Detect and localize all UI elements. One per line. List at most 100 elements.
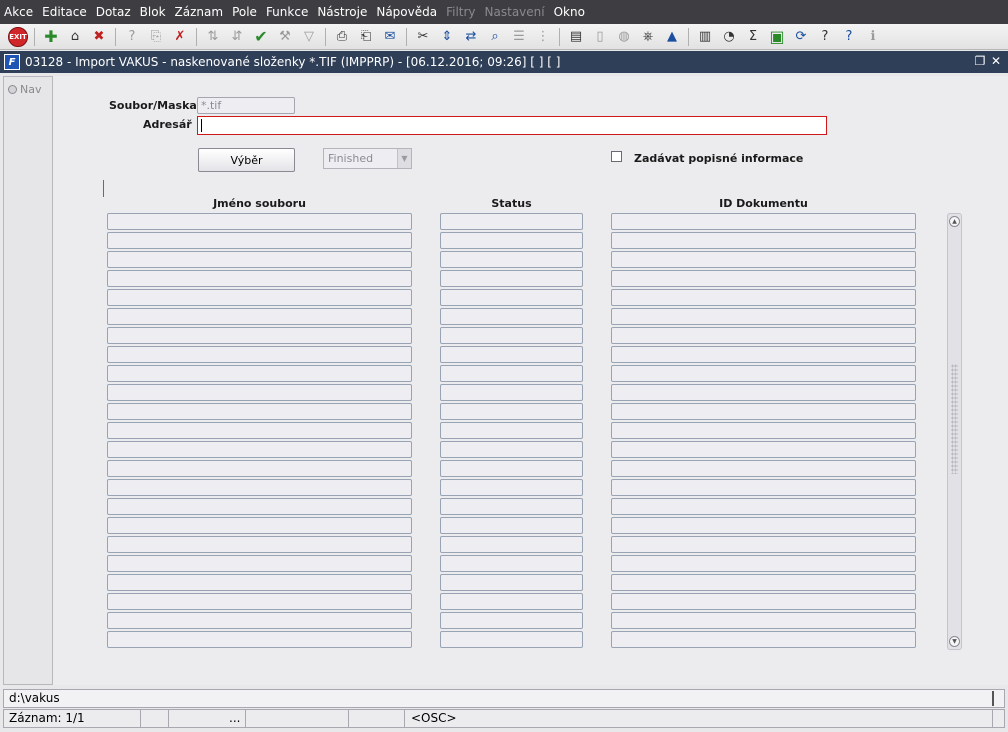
document-id-cell[interactable] [611, 631, 916, 648]
info-icon[interactable]: ℹ [863, 27, 883, 47]
mask-field[interactable]: *.tif [197, 97, 295, 114]
address-field[interactable] [197, 116, 827, 135]
menu-item-pole[interactable]: Pole [232, 5, 257, 19]
status-cell[interactable] [440, 536, 583, 553]
help-icon[interactable]: ? [839, 27, 859, 47]
document-id-cell[interactable] [611, 346, 916, 363]
chevron-down-icon[interactable]: ▼ [397, 149, 411, 168]
status-cell[interactable] [440, 498, 583, 515]
document-id-cell[interactable] [611, 498, 916, 515]
zoom-icon[interactable]: ⌕ [485, 27, 505, 47]
select-button[interactable]: Výběr [198, 148, 295, 172]
query-execute-icon[interactable]: ⎘ [146, 27, 166, 47]
email-icon[interactable]: ✉ [380, 27, 400, 47]
status-cell[interactable] [440, 479, 583, 496]
filename-cell[interactable] [107, 422, 412, 439]
filename-cell[interactable] [107, 384, 412, 401]
delete-record-icon[interactable]: ✖ [89, 27, 109, 47]
status-dropdown[interactable]: Finished ▼ [323, 148, 412, 169]
wrench-icon[interactable]: ⚒ [275, 27, 295, 47]
checkmark-icon[interactable]: ✔ [251, 27, 271, 47]
document-id-cell[interactable] [611, 365, 916, 382]
status-cell[interactable] [440, 270, 583, 287]
filename-cell[interactable] [107, 555, 412, 572]
vertical-scrollbar[interactable]: ▲ ▼ [947, 213, 962, 650]
menu-item-editace[interactable]: Editace [42, 5, 87, 19]
menu-item-dotaz[interactable]: Dotaz [96, 5, 131, 19]
filename-cell[interactable] [107, 270, 412, 287]
menu-item-zaznam[interactable]: Záznam [175, 5, 224, 19]
filename-cell[interactable] [107, 346, 412, 363]
document-id-cell[interactable] [611, 232, 916, 249]
document-id-cell[interactable] [611, 308, 916, 325]
filename-cell[interactable] [107, 213, 412, 230]
scroll-grip[interactable] [951, 364, 958, 474]
menu-item-akce[interactable]: Akce [4, 5, 33, 19]
nav-option[interactable]: Nav [8, 83, 52, 96]
document-id-cell[interactable] [611, 574, 916, 591]
filename-cell[interactable] [107, 289, 412, 306]
list-icon[interactable]: ☰ [509, 27, 529, 47]
chart-icon[interactable]: ▥ [695, 27, 715, 47]
help-context-icon[interactable]: ? [815, 27, 835, 47]
move-icon[interactable]: ⇕ [437, 27, 457, 47]
sort-desc-icon[interactable]: ⇵ [227, 27, 247, 47]
filename-cell[interactable] [107, 631, 412, 648]
status-cell[interactable] [440, 308, 583, 325]
clipboard-icon[interactable]: ▤ [566, 27, 586, 47]
add-record-icon[interactable]: ✚ [41, 27, 61, 47]
status-cell[interactable] [440, 289, 583, 306]
scroll-down-icon[interactable]: ▼ [949, 636, 960, 647]
filename-cell[interactable] [107, 232, 412, 249]
status-cell[interactable] [440, 384, 583, 401]
nav-radio[interactable] [8, 85, 17, 94]
status-cell[interactable] [440, 612, 583, 629]
filename-cell[interactable] [107, 251, 412, 268]
status-cell[interactable] [440, 327, 583, 344]
close-icon[interactable]: ✕ [988, 53, 1004, 69]
print-icon[interactable]: ⎙ [332, 27, 352, 47]
status-cell[interactable] [440, 232, 583, 249]
document-id-cell[interactable] [611, 289, 916, 306]
document-id-cell[interactable] [611, 251, 916, 268]
filename-cell[interactable] [107, 479, 412, 496]
sum-icon[interactable]: Σ [743, 27, 763, 47]
filename-cell[interactable] [107, 460, 412, 477]
document-id-cell[interactable] [611, 213, 916, 230]
document-id-cell[interactable] [611, 327, 916, 344]
status-cell[interactable] [440, 517, 583, 534]
filename-cell[interactable] [107, 593, 412, 610]
menu-item-napoveda[interactable]: Nápověda [376, 5, 437, 19]
filter-icon[interactable]: ▽ [299, 27, 319, 47]
hat-icon[interactable]: ▲ [662, 27, 682, 47]
status-cell[interactable] [440, 365, 583, 382]
document-id-cell[interactable] [611, 270, 916, 287]
status-cell[interactable] [440, 251, 583, 268]
menu-item-okno[interactable]: Okno [554, 5, 585, 19]
document-id-cell[interactable] [611, 384, 916, 401]
status-cell[interactable] [440, 213, 583, 230]
menu-item-funkce[interactable]: Funkce [266, 5, 308, 19]
refresh-icon[interactable]: ⟳ [791, 27, 811, 47]
sort-asc-icon[interactable]: ⇅ [203, 27, 223, 47]
transfer-icon[interactable]: ⇄ [461, 27, 481, 47]
filename-cell[interactable] [107, 403, 412, 420]
document-id-cell[interactable] [611, 517, 916, 534]
status-cell[interactable] [440, 346, 583, 363]
status-cell[interactable] [440, 555, 583, 572]
filename-cell[interactable] [107, 308, 412, 325]
exit-icon[interactable]: EXIT [8, 26, 28, 47]
filename-cell[interactable] [107, 498, 412, 515]
document-id-cell[interactable] [611, 422, 916, 439]
document-id-cell[interactable] [611, 612, 916, 629]
document-id-cell[interactable] [611, 403, 916, 420]
cut-icon[interactable]: ✂ [413, 27, 433, 47]
insert-record-icon[interactable]: ⌂ [65, 27, 85, 47]
globe-icon[interactable]: ◍ [614, 27, 634, 47]
query-cancel-icon[interactable]: ✗ [170, 27, 190, 47]
document-id-cell[interactable] [611, 441, 916, 458]
status-cell[interactable] [440, 403, 583, 420]
document-id-cell[interactable] [611, 593, 916, 610]
restore-icon[interactable]: ❐ [972, 53, 988, 69]
print-preview-icon[interactable]: ⎗ [356, 27, 376, 47]
